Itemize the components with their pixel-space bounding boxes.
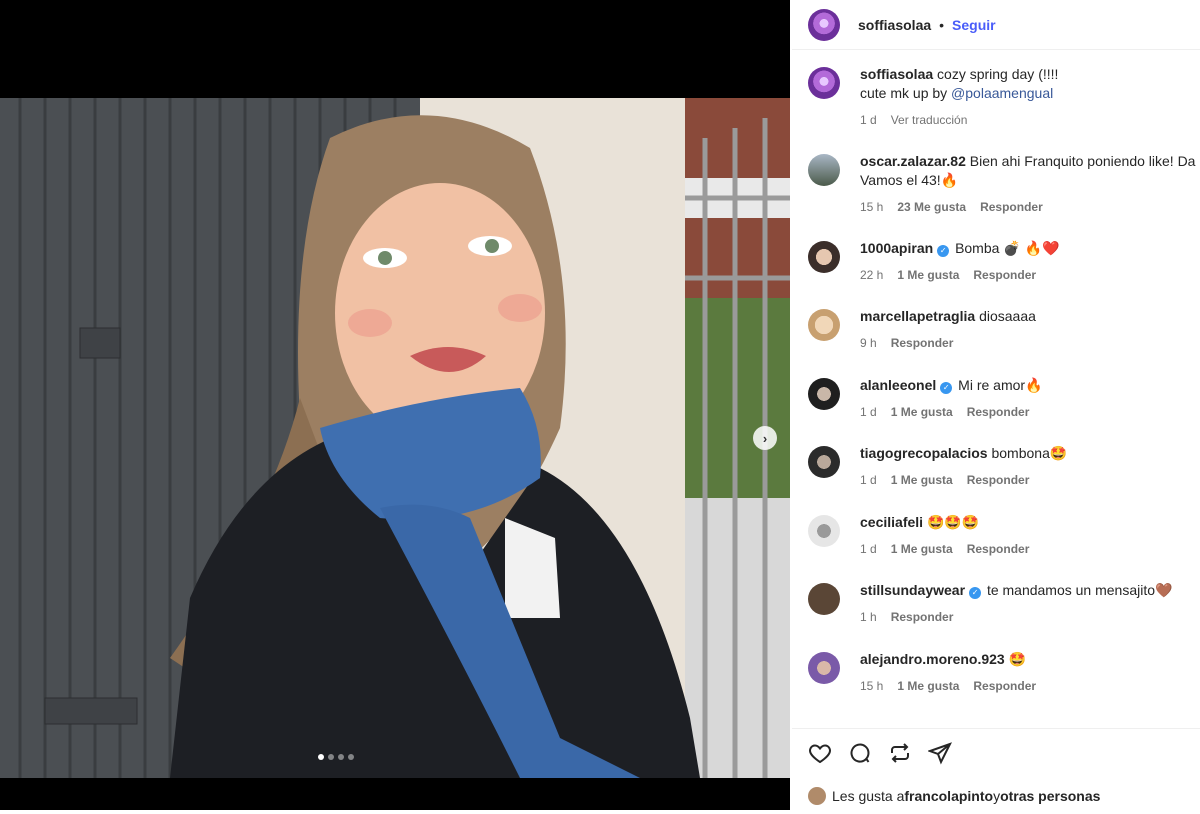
caption-text: cozy spring day (!!!!	[937, 66, 1059, 82]
caption: soffiasolaa cozy spring day (!!!! cute m…	[808, 65, 1200, 130]
comment-username[interactable]: tiagogrecopalacios	[860, 445, 988, 461]
comment-likes[interactable]: 1 Me gusta	[891, 540, 953, 559]
comment-time[interactable]: 1 h	[860, 608, 877, 627]
photo-illustration	[0, 98, 790, 778]
likes-prefix: Les gusta a	[832, 788, 905, 804]
reply-button[interactable]: Responder	[973, 266, 1036, 285]
comment-text: Bomba 💣 🔥❤️	[955, 240, 1060, 256]
comment-time[interactable]: 15 h	[860, 198, 883, 217]
comment-text: te mandamos un mensajito🤎	[986, 582, 1173, 598]
heart-icon[interactable]	[808, 741, 832, 765]
comment-item: stillsundaywear ✓ te mandamos un mensajit…	[808, 581, 1200, 627]
share-icon[interactable]	[928, 741, 952, 765]
reply-button[interactable]: Responder	[967, 540, 1030, 559]
avatar[interactable]	[808, 515, 840, 547]
reply-button[interactable]: Responder	[967, 471, 1030, 490]
post-actions: Les gusta a francolapinto y otras person…	[792, 728, 1200, 805]
comment-username[interactable]: oscar.zalazar.82	[860, 153, 966, 169]
comments-list[interactable]: soffiasolaa cozy spring day (!!!! cute m…	[792, 51, 1200, 727]
chevron-right-icon: ›	[762, 430, 768, 446]
mention-link[interactable]: @polaamengual	[951, 85, 1053, 101]
comment-text: 🤩🤩🤩	[926, 514, 980, 530]
next-photo-button[interactable]: ›	[753, 426, 777, 450]
carousel-dot	[348, 754, 354, 760]
post-photo[interactable]	[0, 98, 790, 778]
comment-text: bombona🤩	[991, 445, 1068, 461]
separator-dot: •	[939, 16, 945, 33]
comment-likes[interactable]: 23 Me gusta	[897, 198, 966, 217]
comment-time[interactable]: 15 h	[860, 677, 883, 696]
likes-middle: y	[993, 788, 1001, 804]
comment-text: Bien ahi Franquito poniendo like! Da	[969, 153, 1196, 169]
avatar[interactable]	[808, 652, 840, 684]
avatar[interactable]	[808, 8, 840, 41]
repost-icon[interactable]	[888, 741, 912, 765]
caption-text: cute mk up by	[860, 85, 952, 101]
comment-username[interactable]: alejandro.moreno.923	[860, 651, 1005, 667]
caption-time[interactable]: 1 d	[860, 111, 877, 130]
comment-username[interactable]: ceciliafeli	[860, 514, 923, 530]
post-media: ›	[0, 0, 790, 810]
reply-button[interactable]: Responder	[980, 198, 1043, 217]
post-author-username[interactable]: soffiasolaa	[858, 17, 931, 33]
caption-username[interactable]: soffiasolaa	[860, 66, 933, 82]
verified-badge-icon: ✓	[969, 587, 982, 599]
comment-item: alanleeonel ✓ Mi re amor🔥 1 d 1 Me gusta …	[808, 376, 1200, 422]
avatar[interactable]	[808, 583, 840, 615]
post-side-panel: soffiasolaa • Seguir soffiasolaa cozy sp…	[792, 0, 1200, 814]
comment-item: oscar.zalazar.82 Bien ahi Franquito poni…	[808, 152, 1200, 217]
reply-button[interactable]: Responder	[891, 608, 954, 627]
avatar[interactable]	[808, 154, 840, 186]
follow-button[interactable]: Seguir	[952, 17, 996, 33]
other-likers-link[interactable]: otras personas	[1000, 788, 1100, 804]
avatar[interactable]	[808, 787, 826, 805]
comment-text: 🤩	[1008, 651, 1027, 667]
verified-badge-icon: ✓	[940, 382, 953, 394]
comment-text: diosaaaa	[979, 308, 1036, 324]
comment-item: alejandro.moreno.923 🤩 15 h 1 Me gusta R…	[808, 650, 1200, 696]
comment-item: tiagogrecopalacios bombona🤩 1 d 1 Me gus…	[808, 444, 1200, 490]
comment-item: marcellapetraglia diosaaaa 9 h Responder	[808, 307, 1200, 353]
comment-icon[interactable]	[848, 741, 872, 765]
avatar[interactable]	[808, 378, 840, 410]
reply-button[interactable]: Responder	[891, 334, 954, 353]
carousel-dot	[328, 754, 334, 760]
comment-likes[interactable]: 1 Me gusta	[897, 677, 959, 696]
comment-time[interactable]: 1 d	[860, 403, 877, 422]
post-header: soffiasolaa • Seguir	[792, 0, 1200, 50]
comment-text: Mi re amor🔥	[958, 377, 1043, 393]
comment-likes[interactable]: 1 Me gusta	[891, 471, 953, 490]
comment-likes[interactable]: 1 Me gusta	[891, 403, 953, 422]
liker-username[interactable]: francolapinto	[904, 788, 993, 804]
comment-time[interactable]: 9 h	[860, 334, 877, 353]
comment-username[interactable]: 1000apiran	[860, 240, 933, 256]
comment-username[interactable]: alanleeonel	[860, 377, 936, 393]
avatar[interactable]	[808, 446, 840, 478]
comment-item: 1000apiran ✓ Bomba 💣 🔥❤️ 22 h 1 Me gusta …	[808, 239, 1200, 285]
carousel-dot	[338, 754, 344, 760]
translate-link[interactable]: Ver traducción	[891, 111, 968, 130]
comment-time[interactable]: 22 h	[860, 266, 883, 285]
likes-summary: Les gusta a francolapinto y otras person…	[808, 787, 1184, 805]
avatar[interactable]	[808, 309, 840, 341]
comment-time[interactable]: 1 d	[860, 471, 877, 490]
comment-username[interactable]: stillsundaywear	[860, 582, 965, 598]
comment-username[interactable]: marcellapetraglia	[860, 308, 975, 324]
reply-button[interactable]: Responder	[967, 403, 1030, 422]
reply-button[interactable]: Responder	[973, 677, 1036, 696]
comment-text: Vamos el 43!🔥	[860, 172, 959, 188]
avatar[interactable]	[808, 67, 840, 99]
avatar[interactable]	[808, 241, 840, 273]
carousel-dot	[318, 754, 324, 760]
verified-badge-icon: ✓	[937, 245, 950, 257]
comment-item: ceciliafeli 🤩🤩🤩 1 d 1 Me gusta Responder	[808, 513, 1200, 559]
comment-likes[interactable]: 1 Me gusta	[897, 266, 959, 285]
comment-time[interactable]: 1 d	[860, 540, 877, 559]
carousel-indicator	[318, 754, 354, 760]
